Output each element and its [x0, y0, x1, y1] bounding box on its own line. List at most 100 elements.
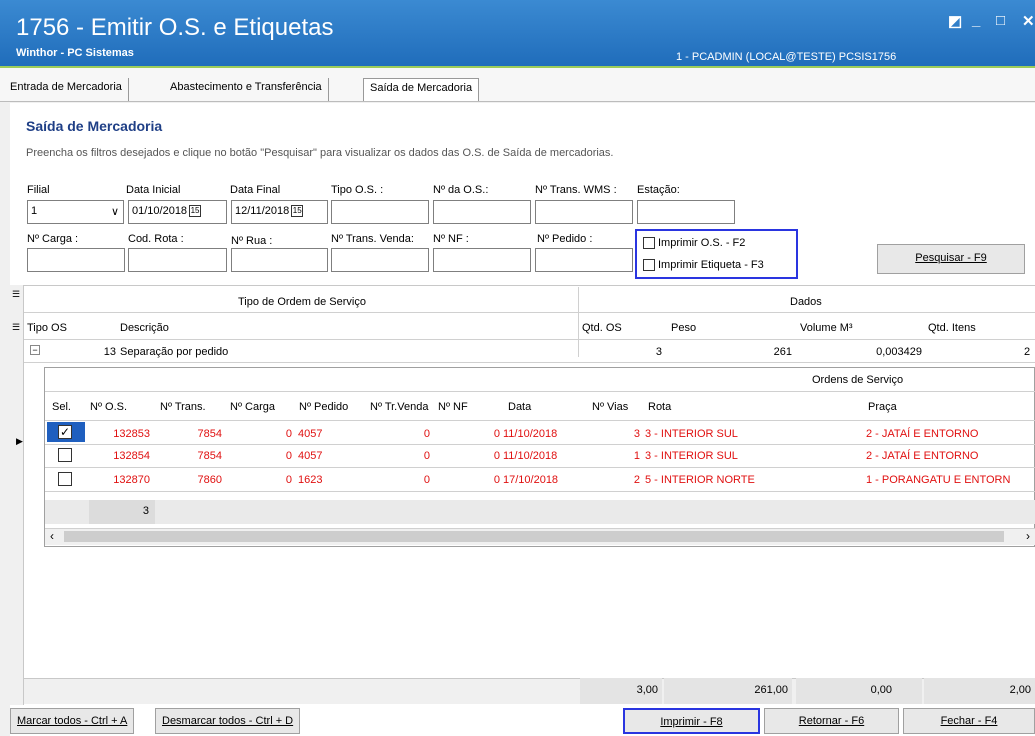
- row3-vias: 2: [633, 474, 640, 486]
- group-qtd-itens: 2: [1024, 346, 1031, 358]
- marcar-todos-button[interactable]: Marcar todos - Ctrl + A: [10, 708, 135, 734]
- row2-praca: 2 - JATAÍ E ENTORNO: [866, 450, 979, 462]
- section-description: Preencha os filtros desejados e clique n…: [26, 147, 614, 159]
- num-carga-input[interactable]: [27, 248, 125, 272]
- current-row-arrow-icon: ▶: [16, 436, 23, 446]
- num-pedido-label: Nº Pedido :: [537, 233, 593, 245]
- col-num-trvenda[interactable]: Nº Tr.Venda: [370, 401, 434, 413]
- num-trans-wms-input[interactable]: [535, 200, 633, 224]
- col-num-carga[interactable]: Nº Carga: [230, 401, 275, 413]
- col-praca[interactable]: Praça: [868, 401, 897, 413]
- row3-trvenda: 0: [423, 474, 430, 486]
- col-num-os[interactable]: Nº O.S.: [90, 401, 127, 413]
- imprimir-os-checkbox[interactable]: Imprimir O.S. - F2: [643, 237, 745, 250]
- col-descricao[interactable]: Descrição: [120, 322, 169, 334]
- row2-trans: 7854: [197, 450, 222, 462]
- row2-nf: 0: [493, 450, 500, 462]
- group-header-tipo: Tipo de Ordem de Serviço: [238, 296, 366, 308]
- row1-trans: 7854: [197, 428, 222, 440]
- close-button[interactable]: ✕: [1022, 12, 1035, 30]
- col-volume[interactable]: Volume M³: [800, 322, 853, 334]
- col-peso[interactable]: Peso: [671, 322, 696, 334]
- data-inicial-input[interactable]: 01/10/2018 15: [128, 200, 227, 224]
- row-checkbox[interactable]: [58, 448, 72, 462]
- num-os-label: Nº da O.S.:: [433, 184, 489, 196]
- calendar-icon[interactable]: 15: [189, 205, 202, 218]
- row-divider: [45, 444, 1035, 445]
- row-checkbox[interactable]: [58, 472, 72, 486]
- fechar-button[interactable]: Fechar - F4: [903, 708, 1035, 734]
- imprimir-etiqueta-checkbox[interactable]: Imprimir Etiqueta - F3: [643, 259, 764, 272]
- grid-divider: [578, 287, 579, 357]
- row2-pedido: 4057: [298, 450, 323, 462]
- cod-rota-input[interactable]: [128, 248, 227, 272]
- imprimir-button[interactable]: Imprimir - F8: [623, 708, 760, 734]
- grid-divider: [45, 391, 1035, 392]
- data-final-label: Data Final: [230, 184, 281, 196]
- fechar-label: Fechar - F4: [940, 715, 998, 727]
- row3-data: 17/10/2018: [503, 474, 559, 486]
- detail-count: 3: [89, 500, 155, 524]
- row1-os: 132853: [113, 428, 150, 440]
- col-rota[interactable]: Rota: [648, 401, 671, 413]
- col-data[interactable]: Data: [508, 401, 531, 413]
- column-chooser-icon[interactable]: ☰: [12, 289, 20, 300]
- tab-entrada-mercadoria[interactable]: Entrada de Mercadoria: [4, 78, 129, 101]
- col-num-trans[interactable]: Nº Trans.: [160, 401, 206, 413]
- grid-divider: [45, 420, 1035, 421]
- collapse-icon[interactable]: −: [30, 345, 40, 355]
- data-inicial-label: Data Inicial: [126, 184, 181, 196]
- calendar-icon[interactable]: 15: [291, 205, 304, 218]
- maximize-button[interactable]: □: [996, 12, 1005, 29]
- num-trans-wms-label: Nº Trans. WMS :: [535, 184, 617, 196]
- row2-carga: 0: [285, 450, 292, 462]
- num-trans-venda-label: Nº Trans. Venda:: [331, 233, 414, 245]
- num-nf-input[interactable]: [433, 248, 531, 272]
- num-nf-label: Nº NF :: [433, 233, 469, 245]
- col-num-pedido[interactable]: Nº Pedido: [299, 401, 348, 413]
- total-peso: 261,00: [664, 678, 792, 704]
- num-trans-venda-input[interactable]: [331, 248, 429, 272]
- retornar-button[interactable]: Retornar - F6: [764, 708, 899, 734]
- num-pedido-input[interactable]: [535, 248, 633, 272]
- row2-data: 11/10/2018: [503, 450, 558, 462]
- row-checkbox-checked[interactable]: ✓: [58, 425, 72, 439]
- desmarcar-todos-button[interactable]: Desmarcar todos - Ctrl + D: [155, 708, 301, 734]
- grid-divider: [24, 312, 1035, 313]
- col-qtd-itens[interactable]: Qtd. Itens: [928, 322, 976, 334]
- row1-pedido: 4057: [298, 428, 323, 440]
- estacao-label: Estação:: [637, 184, 680, 196]
- estacao-input[interactable]: [637, 200, 735, 224]
- filial-select[interactable]: 1 ∨: [27, 200, 124, 224]
- tipo-os-input[interactable]: [331, 200, 429, 224]
- col-sel[interactable]: Sel.: [52, 401, 71, 413]
- col-qtd-os[interactable]: Qtd. OS: [582, 322, 622, 334]
- imprimir-etiqueta-label: Imprimir Etiqueta - F3: [658, 259, 764, 271]
- row1-data: 11/10/2018: [503, 428, 558, 440]
- total-volume: 0,00: [796, 678, 922, 704]
- scrollbar-thumb[interactable]: [64, 531, 1004, 542]
- row3-pedido: 1623: [298, 474, 323, 486]
- pesquisar-button[interactable]: Pesquisar - F9: [877, 244, 1025, 274]
- col-num-vias[interactable]: Nº Vias: [592, 401, 628, 413]
- data-final-input[interactable]: 12/11/2018 15: [231, 200, 328, 224]
- window-title: 1756 - Emitir O.S. e Etiquetas: [16, 14, 334, 41]
- restore-icon[interactable]: ◩: [948, 12, 962, 30]
- num-rua-input[interactable]: [231, 248, 328, 272]
- column-chooser-icon[interactable]: ☰: [12, 322, 20, 333]
- minimize-button[interactable]: _: [972, 12, 980, 29]
- row1-praca: 2 - JATAÍ E ENTORNO: [866, 428, 979, 440]
- col-tipo-os[interactable]: Tipo OS: [27, 322, 67, 334]
- chevron-down-icon: ∨: [110, 206, 119, 218]
- group-qtd-os: 3: [655, 346, 662, 358]
- scroll-right-icon[interactable]: ›: [1026, 529, 1030, 543]
- col-num-nf[interactable]: Nº NF: [438, 401, 468, 413]
- num-os-input[interactable]: [433, 200, 531, 224]
- tab-saida-mercadoria[interactable]: Saída de Mercadoria: [363, 78, 480, 101]
- row1-nf: 0: [493, 428, 500, 440]
- row3-praca: 1 - PORANGATU E ENTORN: [866, 474, 1011, 486]
- scroll-left-icon[interactable]: ‹: [50, 529, 54, 543]
- marcar-todos-label: Marcar todos - Ctrl + A: [17, 715, 128, 727]
- tab-abastecimento[interactable]: Abastecimento e Transferência: [164, 78, 329, 101]
- row2-os: 132854: [113, 450, 150, 462]
